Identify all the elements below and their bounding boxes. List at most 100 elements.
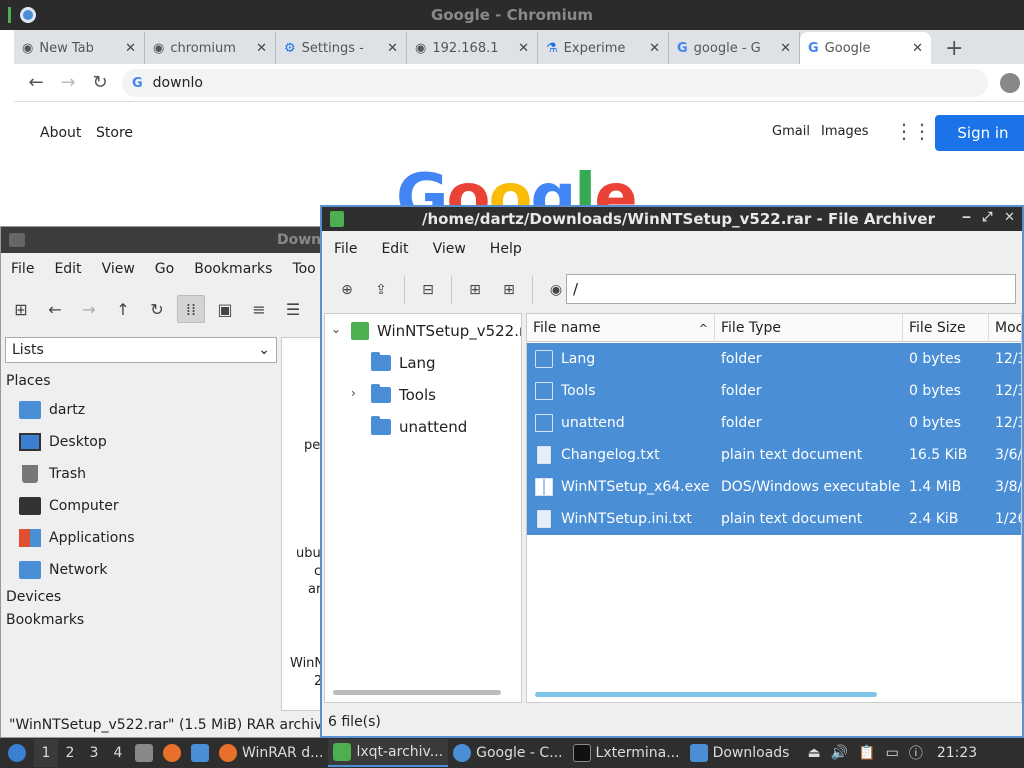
place-applications[interactable]: Applications [19, 524, 135, 552]
forward-icon[interactable]: → [75, 295, 103, 323]
close-icon[interactable]: ✕ [125, 41, 136, 56]
close-icon[interactable]: ✕ [780, 41, 791, 56]
tab-experiments[interactable]: ⚗ Experime ✕ [538, 32, 669, 64]
compact-view-icon[interactable]: ≡ [245, 295, 273, 323]
new-archive-icon[interactable]: ⊕ [332, 275, 362, 305]
table-row[interactable]: Tools folder 0 bytes 12/3 [527, 375, 1021, 407]
store-link[interactable]: Store [96, 125, 133, 141]
notification-icon[interactable]: ⓘ [904, 739, 928, 767]
menu-bookmarks[interactable]: Bookmarks [184, 261, 282, 277]
taskbar-item-archiver[interactable]: lxqt-archiv... [328, 739, 449, 767]
clipboard-icon[interactable]: 📋 [853, 739, 880, 767]
firefox-launcher-icon[interactable] [158, 739, 186, 767]
column-file-type[interactable]: File Type [715, 314, 903, 342]
place-desktop[interactable]: Desktop [19, 428, 107, 456]
workspace-3[interactable]: 3 [82, 739, 106, 767]
images-link[interactable]: Images [821, 124, 869, 139]
tab-settings[interactable]: ⚙ Settings - ✕ [276, 32, 407, 64]
taskbar-item-terminal[interactable]: Lxtermina... [568, 739, 685, 767]
path-input[interactable]: / [566, 274, 1016, 304]
forward-icon[interactable]: → [52, 72, 84, 93]
back-icon[interactable]: ← [41, 295, 69, 323]
file-manager-launcher-icon[interactable] [130, 739, 158, 767]
column-modified[interactable]: Moc [989, 314, 1021, 342]
address-bar[interactable]: G downlo [122, 69, 988, 97]
tab-192-168[interactable]: ◉ 192.168.1 ✕ [407, 32, 538, 64]
table-row[interactable]: Changelog.txt plain text document 16.5 K… [527, 439, 1021, 471]
taskbar-item-label: Lxtermina... [595, 745, 680, 761]
add-files-icon[interactable]: ⊞ [460, 275, 490, 305]
tab-google[interactable]: G Google ✕ [800, 32, 931, 64]
sign-in-button[interactable]: Sign in [935, 115, 1024, 151]
place-network[interactable]: Network [19, 556, 107, 584]
menu-help[interactable]: Help [478, 241, 534, 257]
add-folder-icon[interactable]: ⊞ [494, 275, 524, 305]
column-file-size[interactable]: File Size [903, 314, 989, 342]
menu-go[interactable]: Go [145, 261, 184, 277]
chevron-down-icon[interactable]: ⌄ [331, 322, 341, 336]
horizontal-scrollbar[interactable] [333, 690, 501, 695]
tab-chromium[interactable]: ◉ chromium ✕ [145, 32, 276, 64]
reload-icon[interactable]: ↻ [143, 295, 171, 323]
back-icon[interactable]: ← [20, 72, 52, 93]
clock[interactable]: 21:23 [932, 739, 982, 767]
taskbar-item-winrar[interactable]: WinRAR d... [214, 739, 328, 767]
folder-launcher-icon[interactable] [186, 739, 214, 767]
menu-file[interactable]: File [1, 261, 44, 277]
menu-edit[interactable]: Edit [369, 241, 420, 257]
about-link[interactable]: About [40, 125, 81, 141]
side-pane-mode-select[interactable]: Lists ⌄ [5, 337, 277, 363]
eject-icon[interactable]: ⏏ [802, 739, 825, 767]
address-input[interactable]: downlo [153, 75, 203, 91]
close-icon[interactable]: ✕ [912, 41, 923, 56]
tree-node-lang[interactable]: Lang [371, 348, 436, 378]
tab-google-search[interactable]: Ggoogle - G ✕ [669, 32, 800, 64]
place-computer[interactable]: Computer [19, 492, 119, 520]
menu-view[interactable]: View [92, 261, 145, 277]
workspace-4[interactable]: 4 [106, 739, 130, 767]
table-row[interactable]: WinNTSetup.ini.txt plain text document 2… [527, 503, 1021, 535]
new-tab-button[interactable]: + [931, 32, 977, 64]
open-archive-icon[interactable]: ⇪ [366, 275, 396, 305]
place-trash[interactable]: Trash [19, 460, 86, 488]
archive-file-list[interactable]: File name ^ File Type File Size Moc Lang … [526, 313, 1022, 703]
close-icon[interactable]: ✕ [256, 41, 267, 56]
taskbar-item-chromium[interactable]: Google - C... [448, 739, 567, 767]
close-icon[interactable]: ✕ [1004, 210, 1015, 225]
tab-new-tab[interactable]: ◉ New Tab ✕ [14, 32, 145, 64]
tree-node-tools[interactable]: Tools [371, 380, 436, 410]
start-menu-icon[interactable] [0, 739, 34, 767]
horizontal-scrollbar[interactable] [535, 692, 877, 697]
chevron-right-icon[interactable]: › [351, 386, 356, 400]
profile-icon[interactable] [1000, 73, 1020, 93]
close-icon[interactable]: ✕ [649, 41, 660, 56]
tree-root[interactable]: WinNTSetup_v522.ra [351, 316, 521, 346]
maximize-icon[interactable]: ⤢ [982, 210, 992, 225]
minimize-icon[interactable]: ‒ [962, 210, 971, 225]
column-file-name[interactable]: File name ^ [527, 314, 715, 342]
network-tray-icon[interactable]: ▭ [881, 739, 904, 767]
gmail-link[interactable]: Gmail [772, 124, 810, 139]
menu-edit[interactable]: Edit [44, 261, 91, 277]
table-row[interactable]: unattend folder 0 bytes 12/3 [527, 407, 1021, 439]
archive-tree[interactable]: ⌄ WinNTSetup_v522.ra Lang › Tools unatte… [324, 313, 522, 703]
new-tab-icon[interactable]: ⊞ [7, 295, 35, 323]
extract-icon[interactable]: ⊟ [413, 275, 443, 305]
workspace-2[interactable]: 2 [58, 739, 82, 767]
reload-icon[interactable]: ↻ [84, 72, 116, 93]
table-row[interactable]: WinNTSetup_x64.exe DOS/Windows executabl… [527, 471, 1021, 503]
tree-node-unattend[interactable]: unattend [371, 412, 467, 442]
detail-view-icon[interactable]: ☰ [279, 295, 307, 323]
place-dartz[interactable]: dartz [19, 396, 85, 424]
icon-view-icon[interactable]: ⁞⁞ [177, 295, 205, 323]
close-icon[interactable]: ✕ [518, 41, 529, 56]
workspace-1[interactable]: 1 [34, 739, 58, 767]
thumbnail-view-icon[interactable]: ▣ [211, 295, 239, 323]
close-icon[interactable]: ✕ [387, 41, 398, 56]
taskbar-item-downloads[interactable]: Downloads [685, 739, 795, 767]
table-row[interactable]: Lang folder 0 bytes 12/3 [527, 343, 1021, 375]
menu-file[interactable]: File [322, 241, 369, 257]
menu-view[interactable]: View [421, 241, 478, 257]
up-icon[interactable]: ↑ [109, 295, 137, 323]
volume-icon[interactable]: 🔊 [826, 739, 853, 767]
